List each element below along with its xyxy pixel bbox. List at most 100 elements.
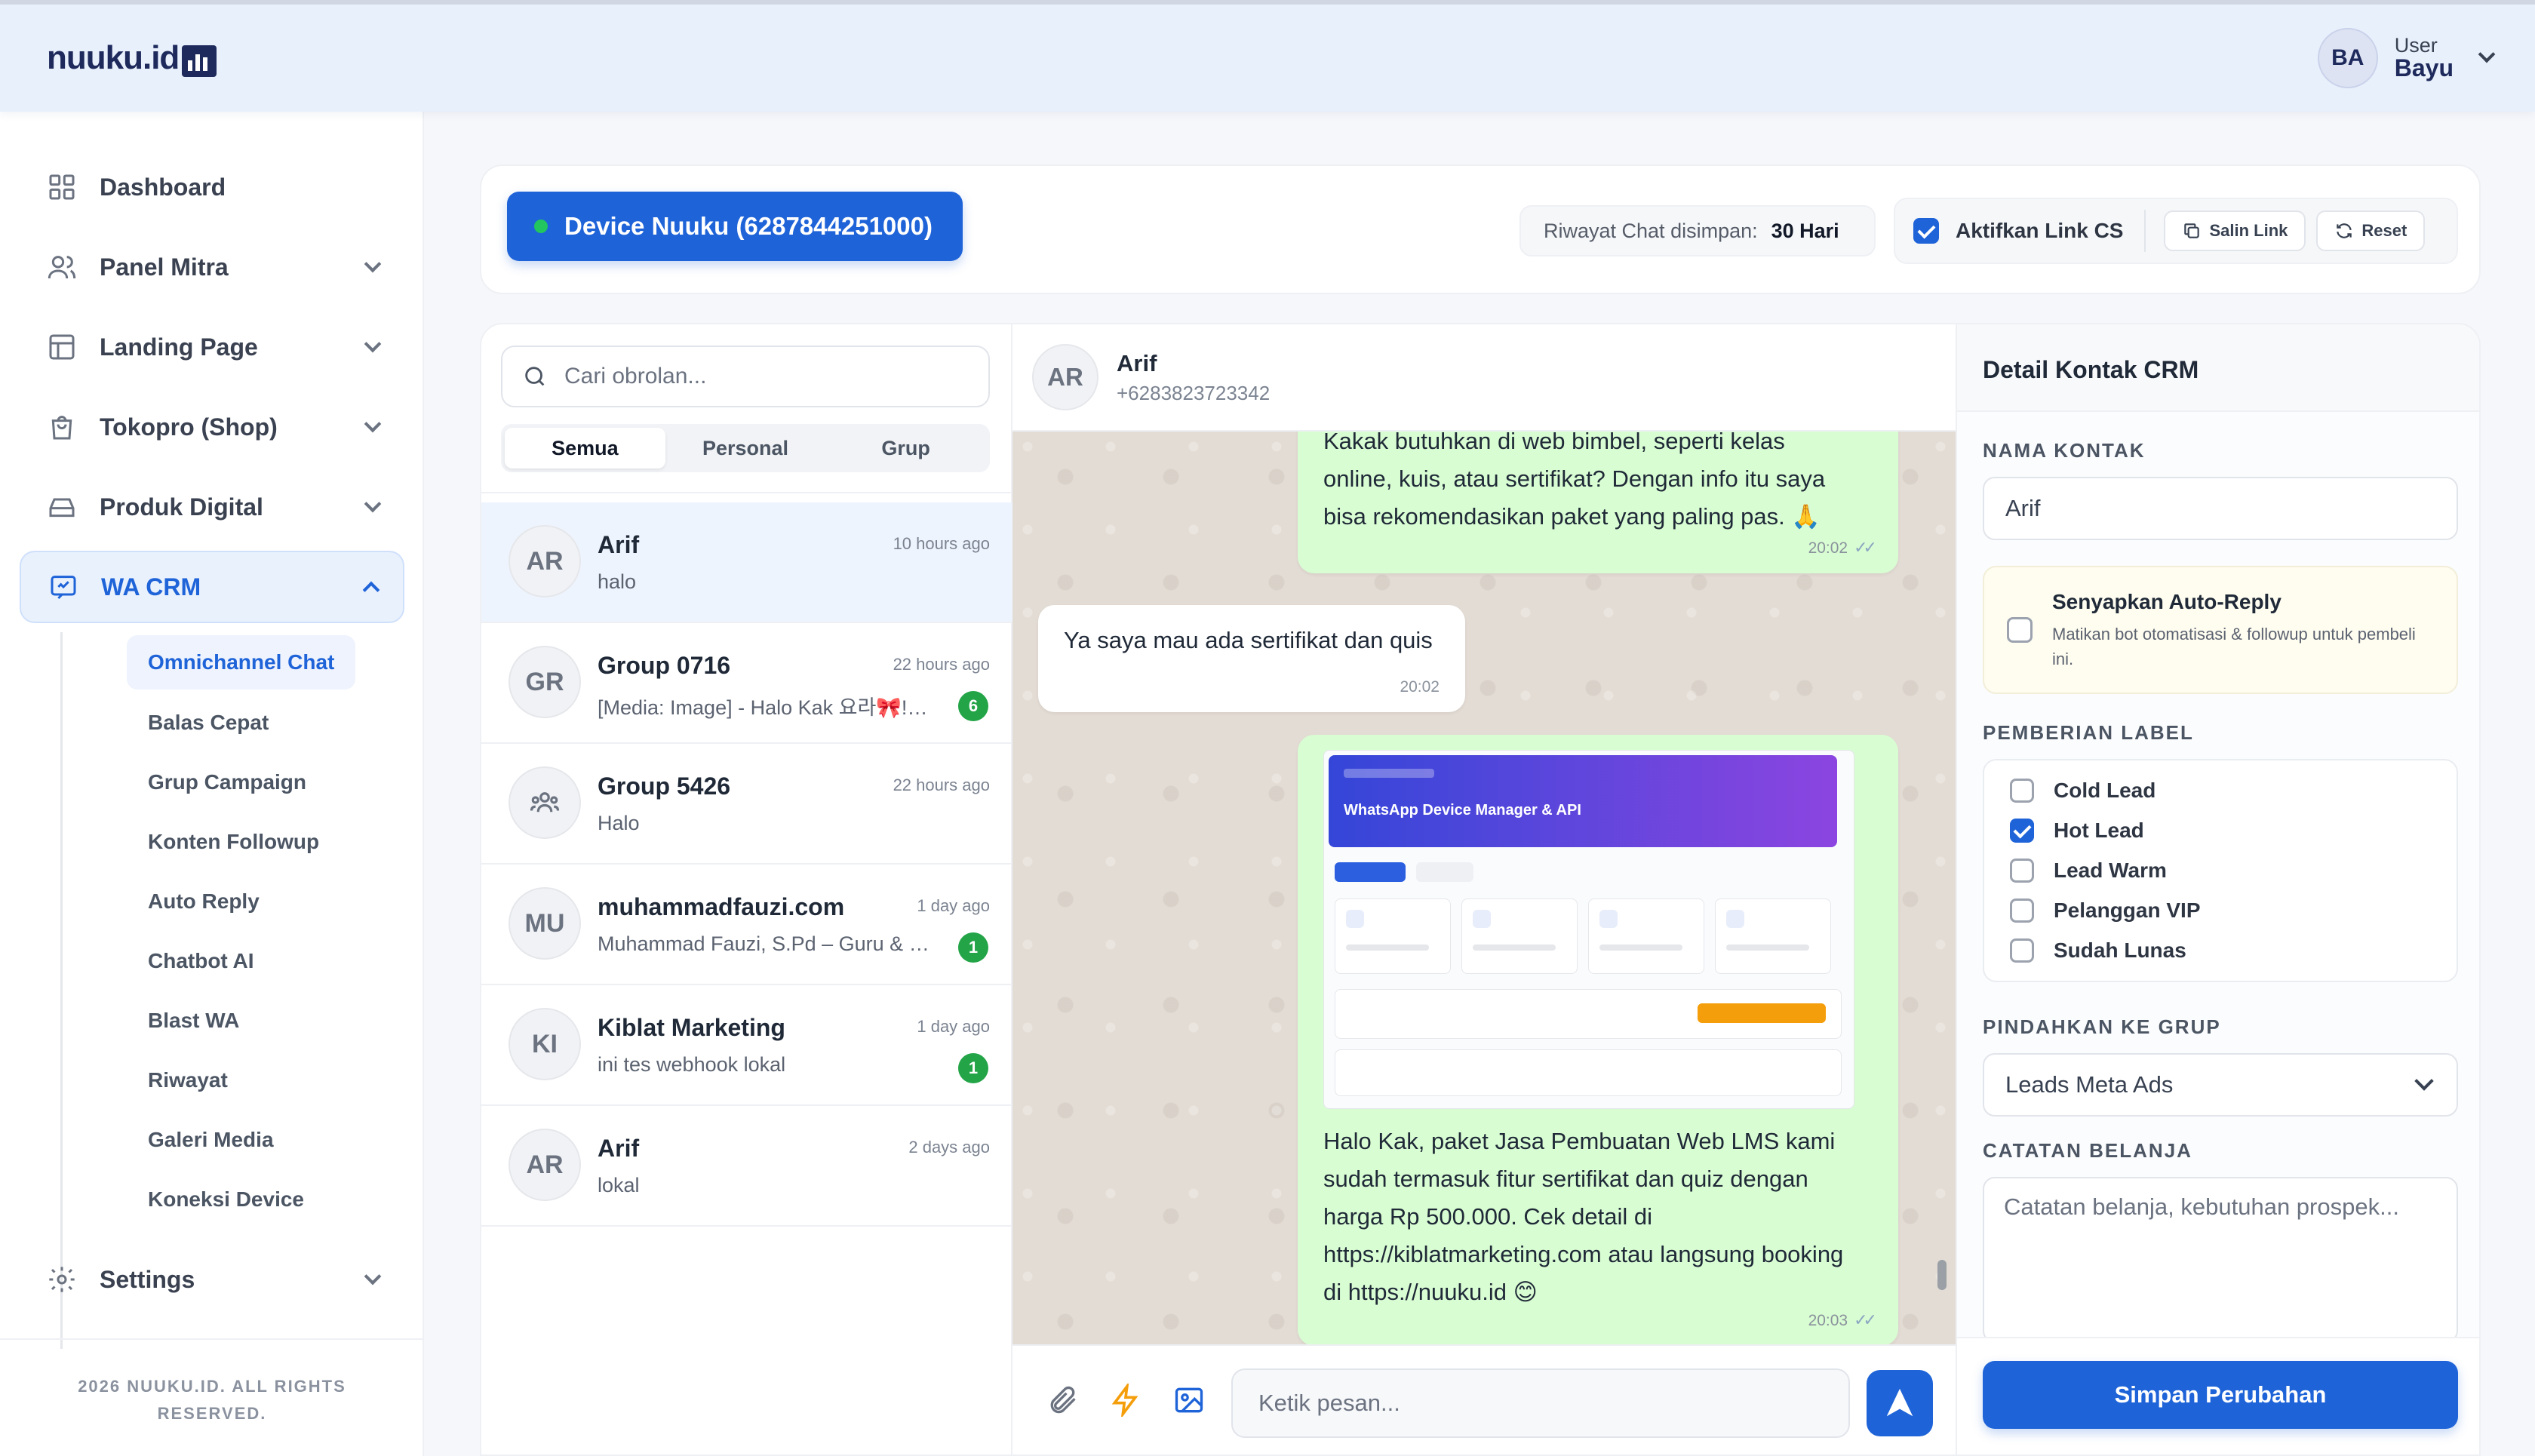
avatar: AR: [509, 525, 581, 597]
message-time: 20:02: [1400, 678, 1440, 696]
copyright-line: RESERVED.: [157, 1404, 267, 1423]
conversation-item[interactable]: MU muhammadfauzi.com 1 day ago Muhammad …: [481, 865, 1012, 985]
top-bar: nuuku.id BA User Bayu: [0, 0, 2535, 112]
sidebar-item-tokopro[interactable]: Tokopro (Shop): [20, 391, 404, 463]
chevron-down-icon[interactable]: [2478, 45, 2496, 63]
group-section-label: PINDAHKAN KE GRUP: [1983, 1015, 2221, 1038]
sidebar-item-wa-crm[interactable]: WA CRM: [20, 551, 404, 623]
scrollbar-thumb[interactable]: [1937, 1260, 1947, 1290]
label-checkbox[interactable]: [2010, 938, 2034, 963]
label-checkbox[interactable]: [2010, 859, 2034, 883]
message-area[interactable]: Kakak butuhkan di web bimbel, seperti ke…: [1012, 432, 1956, 1344]
label-checkbox[interactable]: [2010, 819, 2034, 843]
sidebar: Dashboard Panel Mitra Landing Page Tokop…: [0, 112, 424, 1456]
save-button[interactable]: Simpan Perubahan: [1983, 1361, 2458, 1429]
history-label: Riwayat Chat disimpan:: [1544, 219, 1758, 242]
message-line: Halo Kak, paket Jasa Pembuatan Web LMS k…: [1323, 1128, 1836, 1154]
cs-link-label[interactable]: Aktifkan Link CS: [1956, 219, 2123, 243]
nuuku-logo[interactable]: nuuku.id: [47, 39, 217, 77]
users-icon: [47, 252, 77, 282]
submenu-riwayat[interactable]: Riwayat: [127, 1053, 249, 1107]
label-option-hot-lead[interactable]: Hot Lead: [2010, 819, 2144, 843]
conversation-time: 22 hours ago: [893, 655, 990, 674]
cs-link-checkbox[interactable]: [1913, 218, 1939, 244]
contact-name-field[interactable]: Arif: [1983, 477, 2458, 540]
message-bubble-incoming: Ya saya mau ada sertifikat dan quis 20:0…: [1038, 605, 1465, 712]
conversation-item[interactable]: KI Kiblat Marketing 1 day ago ini tes we…: [481, 985, 1012, 1106]
label-checkbox[interactable]: [2010, 779, 2034, 803]
label-option-cold-lead[interactable]: Cold Lead: [2010, 779, 2156, 803]
paperclip-icon[interactable]: [1046, 1384, 1079, 1417]
group-select[interactable]: Leads Meta Ads: [1983, 1053, 2458, 1117]
message-time: 20:03: [1808, 1312, 1848, 1329]
avatar: KI: [509, 1008, 581, 1080]
auto-reply-toggle-box: Senyapkan Auto-Reply Matikan bot otomati…: [1983, 566, 2458, 694]
submenu-konten-followup[interactable]: Konten Followup: [127, 815, 340, 869]
conversation-item[interactable]: AR Arif 10 hours ago halo: [481, 502, 1012, 623]
sidebar-item-label: Produk Digital: [100, 493, 263, 521]
group-select-value: Leads Meta Ads: [2005, 1071, 2174, 1098]
sidebar-item-landing-page[interactable]: Landing Page: [20, 311, 404, 383]
image-icon[interactable]: [1172, 1384, 1206, 1417]
online-status-dot: [534, 220, 548, 233]
divider: [2144, 210, 2146, 252]
submenu-grup-campaign[interactable]: Grup Campaign: [127, 755, 327, 809]
label-name: Cold Lead: [2054, 779, 2156, 802]
submenu-blast-wa[interactable]: Blast WA: [127, 994, 260, 1048]
message-meta: 20:03 ✓✓: [1808, 1301, 1877, 1340]
tab-grup[interactable]: Grup: [825, 428, 986, 468]
auto-reply-title: Senyapkan Auto-Reply: [2052, 590, 2282, 613]
label-option-sudah-lunas[interactable]: Sudah Lunas: [2010, 938, 2186, 963]
search-box[interactable]: [501, 346, 990, 407]
conversation-time: 2 days ago: [908, 1138, 990, 1157]
contact-name: Arif: [1117, 350, 1157, 376]
tab-personal[interactable]: Personal: [665, 428, 826, 468]
lightning-icon[interactable]: [1109, 1384, 1142, 1417]
sidebar-item-dashboard[interactable]: Dashboard: [20, 151, 404, 223]
user-menu[interactable]: BA User Bayu: [2317, 28, 2496, 88]
contact-phone: +6283823723342: [1117, 382, 1271, 404]
message-line: bisa rekomendasikan paket yang paling pa…: [1323, 503, 1821, 530]
conversation-item[interactable]: GR Group 0716 22 hours ago [Media: Image…: [481, 623, 1012, 744]
sidebar-item-label: WA CRM: [101, 573, 201, 601]
crm-detail-footer: Simpan Perubahan: [1957, 1337, 2479, 1454]
submenu-chatbot-ai[interactable]: Chatbot AI: [127, 934, 275, 988]
chevron-down-icon: [364, 415, 382, 433]
notes-textarea[interactable]: [1983, 1177, 2458, 1343]
message-bubble-outgoing: Kakak butuhkan di web bimbel, seperti ke…: [1298, 432, 1898, 573]
hard-drive-icon: [47, 492, 77, 522]
submenu-omnichannel-chat[interactable]: Omnichannel Chat: [127, 635, 356, 690]
message-line: di https://nuuku.id 😊: [1323, 1279, 1538, 1305]
submenu-balas-cepat[interactable]: Balas Cepat: [127, 696, 290, 750]
copy-link-button[interactable]: Salin Link: [2164, 210, 2306, 251]
user-role: User: [2394, 34, 2438, 57]
tab-semua[interactable]: Semua: [505, 428, 665, 468]
reset-button[interactable]: Reset: [2316, 210, 2426, 251]
submenu-koneksi-device[interactable]: Koneksi Device: [127, 1172, 325, 1227]
sidebar-item-panel-mitra[interactable]: Panel Mitra: [20, 231, 404, 303]
sidebar-item-settings[interactable]: Settings: [20, 1243, 404, 1316]
cs-link-group: Aktifkan Link CS Salin Link Reset: [1894, 198, 2458, 264]
label-checkbox[interactable]: [2010, 898, 2034, 923]
message-image[interactable]: WhatsApp Device Manager & API: [1323, 750, 1854, 1109]
sidebar-item-produk-digital[interactable]: Produk Digital: [20, 471, 404, 543]
chevron-down-icon: [364, 255, 382, 273]
label-name: Sudah Lunas: [2054, 938, 2186, 962]
message-input[interactable]: [1231, 1368, 1850, 1438]
submenu-galeri-media[interactable]: Galeri Media: [127, 1113, 295, 1167]
search-input[interactable]: [564, 364, 972, 389]
conversation-item[interactable]: AR Arif 2 days ago lokal: [481, 1106, 1012, 1227]
submenu-auto-reply[interactable]: Auto Reply: [127, 874, 281, 929]
conversation-preview: Halo: [598, 812, 640, 834]
label-option-lead-warm[interactable]: Lead Warm: [2010, 859, 2167, 883]
logo-text: nuuku.id: [47, 39, 180, 76]
send-button[interactable]: [1867, 1370, 1933, 1436]
auto-reply-checkbox[interactable]: [2007, 617, 2033, 643]
message-text: Halo Kak, paket Jasa Pembuatan Web LMS k…: [1323, 1123, 1882, 1311]
conversation-item[interactable]: Group 5426 22 hours ago Halo: [481, 744, 1012, 865]
copyright-line: 2026 NUUKU.ID. ALL RIGHTS: [78, 1377, 346, 1396]
device-selector-button[interactable]: Device Nuuku (6287844251000): [507, 192, 963, 261]
label-option-pelanggan-vip[interactable]: Pelanggan VIP: [2010, 898, 2201, 923]
sidebar-item-label: Landing Page: [100, 333, 258, 361]
conversation-name: Group 0716: [598, 652, 731, 679]
